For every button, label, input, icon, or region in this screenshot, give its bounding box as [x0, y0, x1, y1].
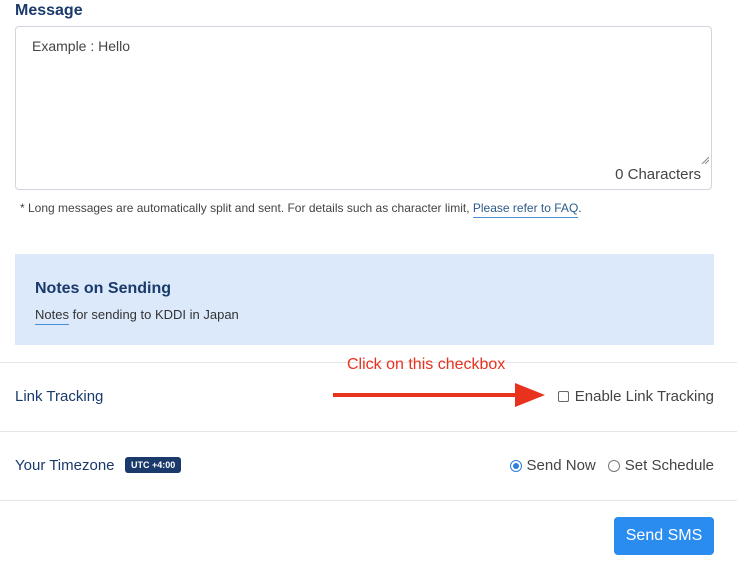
annotation-arrow-icon — [333, 383, 545, 407]
enable-link-tracking-label: Enable Link Tracking — [574, 388, 714, 405]
notes-text: for sending to KDDI in Japan — [68, 307, 239, 322]
send-timing-radio-group: Send Now Set Schedule — [509, 457, 714, 474]
resize-handle-icon[interactable] — [701, 156, 709, 164]
send-now-option[interactable]: Send Now — [509, 457, 596, 474]
notes-title: Notes on Sending — [35, 280, 171, 297]
message-note: * Long messages are automatically split … — [20, 201, 582, 218]
message-note-text: * Long messages are automatically split … — [20, 201, 470, 215]
divider — [0, 431, 737, 432]
timezone-label: Your Timezone — [15, 457, 115, 474]
message-title: Message — [15, 2, 83, 19]
annotation-hint: Click on this checkbox — [347, 356, 506, 373]
message-textarea-container: 0 Characters — [15, 26, 712, 190]
notes-link[interactable]: Notes — [35, 307, 69, 325]
divider — [0, 500, 737, 501]
message-note-suffix: . — [578, 201, 582, 215]
checkbox-icon[interactable] — [557, 391, 569, 402]
set-schedule-label: Set Schedule — [624, 457, 714, 474]
radio-unchecked-icon[interactable] — [607, 459, 620, 472]
timezone-badge: UTC +4:00 — [125, 457, 182, 473]
send-sms-button[interactable]: Send SMS — [614, 517, 714, 555]
notes-on-sending-panel: Notes on Sending Notes for sending to KD… — [15, 254, 714, 345]
set-schedule-option[interactable]: Set Schedule — [607, 457, 714, 474]
enable-link-tracking-checkbox[interactable]: Enable Link Tracking — [557, 388, 714, 405]
character-count: 0 Characters — [615, 166, 701, 183]
radio-checked-icon[interactable] — [509, 459, 522, 472]
link-tracking-label: Link Tracking — [15, 388, 104, 405]
message-input[interactable] — [16, 27, 711, 189]
faq-link[interactable]: Please refer to FAQ — [472, 201, 579, 218]
notes-description: Notes for sending to KDDI in Japan — [35, 307, 239, 325]
send-now-label: Send Now — [526, 457, 596, 474]
